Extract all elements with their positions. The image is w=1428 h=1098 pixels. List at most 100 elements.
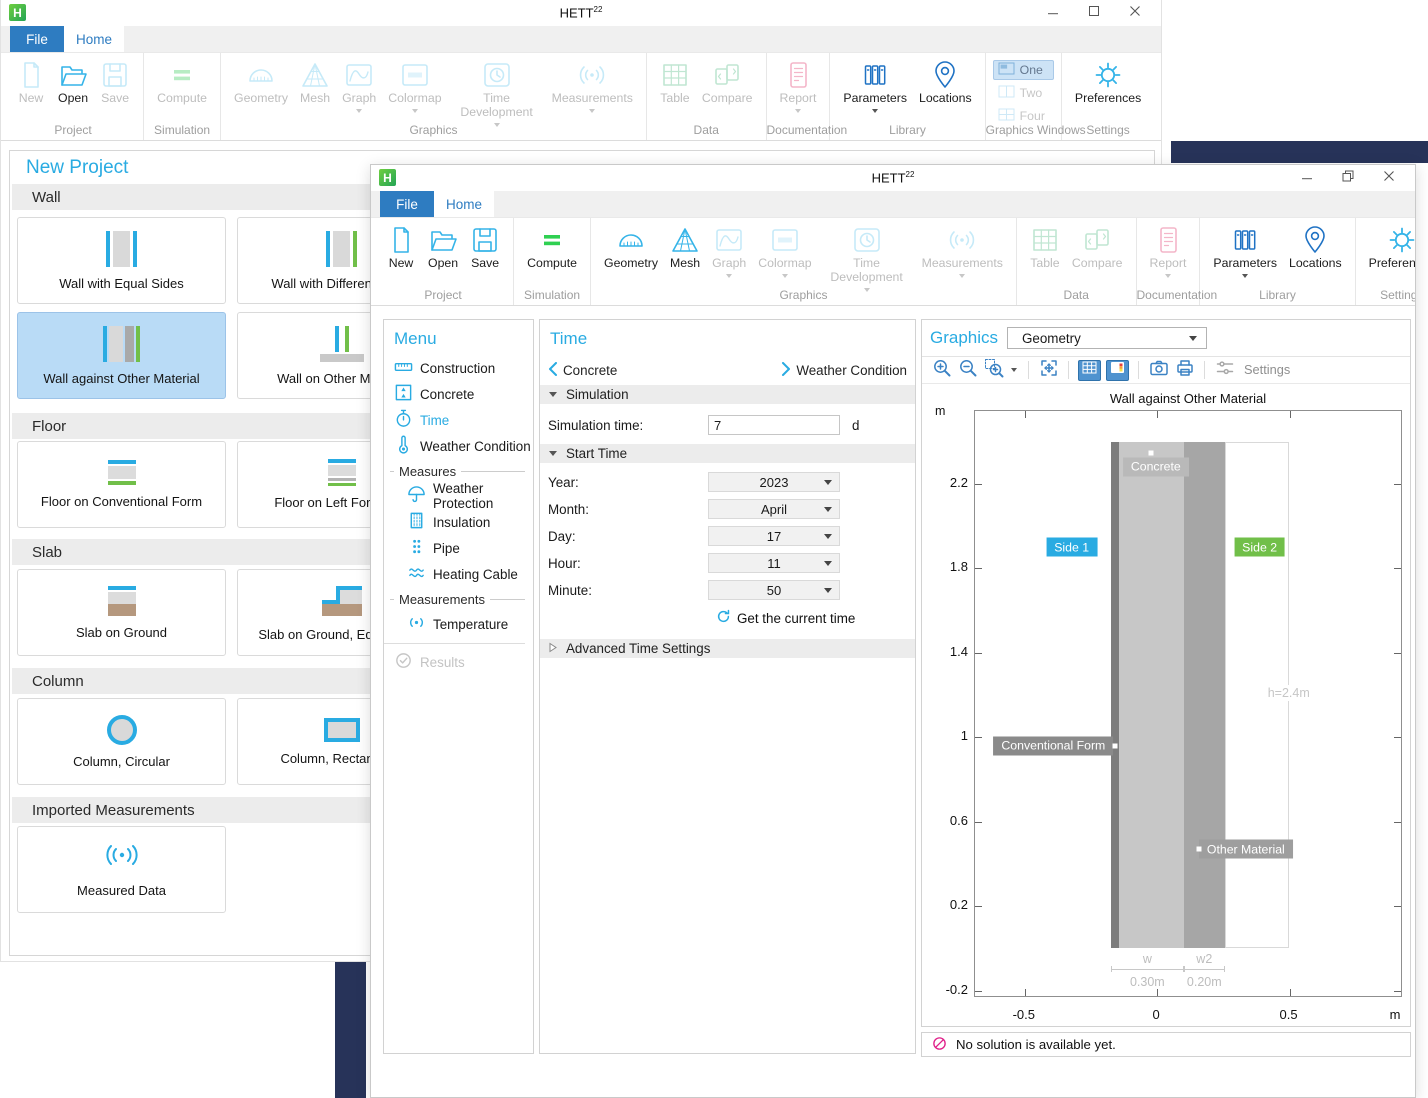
mesh-button[interactable]: Mesh — [294, 58, 336, 106]
restore-button[interactable] — [1327, 165, 1368, 191]
new-button[interactable]: New — [380, 223, 422, 271]
time-development-button[interactable]: Time Development — [448, 58, 546, 127]
zoom-out-button[interactable] — [957, 360, 978, 381]
menu-item-heating-cable[interactable]: Heating Cable — [394, 561, 533, 587]
month-select[interactable]: April — [708, 499, 840, 519]
tab-file[interactable]: File — [10, 26, 64, 52]
close-button[interactable] — [1114, 0, 1155, 26]
results-icon — [394, 651, 413, 673]
wall-with-equal-sides-card[interactable]: Wall with Equal Sides — [17, 217, 226, 304]
colormap-button[interactable]: Colormap — [752, 223, 817, 278]
menu-item-weather-protection[interactable]: Weather Protection — [394, 483, 533, 509]
menu-item-insulation[interactable]: Insulation — [394, 509, 533, 535]
minute-select[interactable]: 50 — [708, 580, 840, 600]
get-current-time-button[interactable]: Get the current time — [716, 609, 915, 627]
graph-button[interactable]: Graph — [336, 58, 382, 113]
tab-home[interactable]: Home — [64, 26, 124, 52]
open-button[interactable]: Open — [52, 58, 94, 106]
menu-item-construction[interactable]: Construction — [394, 355, 533, 381]
menu-panel: Menu ConstructionConcreteTimeWeather Con… — [383, 319, 534, 1054]
compute-button[interactable]: Compute — [521, 223, 583, 271]
preferences-button[interactable]: Preferences — [1069, 58, 1147, 106]
dropdown-caret-icon[interactable] — [1011, 368, 1017, 372]
report-button[interactable]: Report — [774, 58, 823, 113]
preferences-button[interactable]: Preferences — [1363, 223, 1416, 271]
day-select[interactable]: 17 — [708, 526, 840, 546]
menu-item-temperature[interactable]: Temperature — [394, 611, 533, 637]
compare-button[interactable]: Compare — [696, 58, 759, 106]
table-button[interactable]: Table — [1024, 223, 1066, 271]
geometry-button[interactable]: Geometry — [228, 58, 294, 106]
colorbar-toggle-button[interactable] — [1106, 360, 1129, 381]
minimize-button[interactable] — [1032, 0, 1073, 26]
hour-select[interactable]: 11 — [708, 553, 840, 573]
menu-item-results[interactable]: Results — [394, 649, 533, 675]
back-titlebar[interactable]: H HETT22 — [1, 0, 1161, 26]
new-button[interactable]: New — [10, 58, 52, 106]
wall-against-other-material-card[interactable]: Wall against Other Material — [17, 312, 226, 399]
column-circular-card[interactable]: Column, Circular — [17, 698, 226, 785]
menu-item-pipe[interactable]: Pipe — [394, 535, 533, 561]
geometry-plot[interactable]: ConcreteSide 1Side 2Conventional FormOth… — [974, 410, 1402, 997]
tab-file[interactable]: File — [380, 191, 434, 217]
toolbar-separator — [1068, 361, 1069, 379]
stopwatch-icon — [394, 409, 413, 431]
parameters-button[interactable]: Parameters — [1207, 223, 1283, 278]
geometry-button[interactable]: Geometry — [598, 223, 664, 271]
snapshot-button[interactable] — [1148, 360, 1169, 381]
back-ribbon: NewOpenSaveProjectComputeSimulationGeome… — [1, 53, 1161, 141]
tab-home[interactable]: Home — [434, 191, 494, 217]
chevron-down-icon — [1189, 336, 1197, 341]
open-button[interactable]: Open — [422, 223, 464, 271]
save-button[interactable]: Save — [464, 223, 506, 271]
ribbon-group-label: Graphics Windows — [986, 123, 1061, 137]
zoom-selection-button[interactable] — [983, 360, 1004, 381]
ribbon-group-label: Settings — [1062, 123, 1154, 137]
measured-data-card[interactable]: Measured Data — [17, 826, 226, 913]
save-button[interactable]: Save — [94, 58, 136, 106]
print-button[interactable] — [1174, 360, 1195, 381]
table-button[interactable]: Table — [654, 58, 696, 106]
front-titlebar[interactable]: H HETT22 — [371, 165, 1415, 191]
simulation-section-header[interactable]: Simulation — [540, 385, 915, 404]
close-button[interactable] — [1368, 165, 1409, 191]
colormap-button[interactable]: Colormap — [382, 58, 447, 113]
previous-step-link[interactable]: Concrete — [548, 362, 617, 379]
advanced-time-settings-header[interactable]: Advanced Time Settings — [540, 639, 915, 658]
menu-item-concrete[interactable]: Concrete — [394, 381, 533, 407]
zoom-in-button[interactable] — [931, 360, 952, 381]
locations-button[interactable]: Locations — [913, 58, 978, 106]
dimension-line — [1111, 969, 1184, 970]
menu-item-time[interactable]: Time — [394, 407, 533, 433]
two-button[interactable]: Two — [993, 83, 1054, 103]
grid-toggle-button[interactable] — [1078, 360, 1101, 381]
temperature-icon — [407, 613, 426, 635]
parameters-button[interactable]: Parameters — [837, 58, 913, 113]
year-select[interactable]: 2023 — [708, 472, 840, 492]
next-step-link[interactable]: Weather Condition — [781, 362, 907, 379]
maximize-button[interactable] — [1073, 0, 1114, 26]
graph-button[interactable]: Graph — [706, 223, 752, 278]
minimize-button[interactable] — [1286, 165, 1327, 191]
compare-button[interactable]: Compare — [1066, 223, 1129, 271]
dropdown-caret-icon — [795, 109, 801, 113]
compute-label: Compute — [157, 92, 207, 106]
menu-item-weather-condition[interactable]: Weather Condition — [394, 433, 533, 459]
zoom-extents-button[interactable] — [1038, 360, 1059, 381]
report-button[interactable]: Report — [1144, 223, 1193, 278]
compute-button[interactable]: Compute — [151, 58, 213, 106]
floor-on-conventional-form-card[interactable]: Floor on Conventional Form — [17, 441, 226, 528]
ribbon-group-documentation: ReportDocumentation — [767, 53, 831, 140]
start-time-section-header[interactable]: Start Time — [540, 444, 915, 463]
locations-button[interactable]: Locations — [1283, 223, 1348, 271]
measurements-button[interactable]: Measurements — [546, 58, 639, 113]
one-button[interactable]: One — [993, 60, 1054, 80]
graphics-view-select[interactable]: Geometry — [1007, 327, 1207, 349]
mesh-button[interactable]: Mesh — [664, 223, 706, 271]
simulation-time-input[interactable]: 7 — [708, 415, 840, 435]
measurements-button[interactable]: Measurements — [916, 223, 1009, 278]
time-development-button[interactable]: Time Development — [818, 223, 916, 292]
measurements-icon — [577, 58, 607, 92]
plot-settings-button[interactable] — [1214, 360, 1235, 381]
slab-on-ground-card[interactable]: Slab on Ground — [17, 569, 226, 656]
